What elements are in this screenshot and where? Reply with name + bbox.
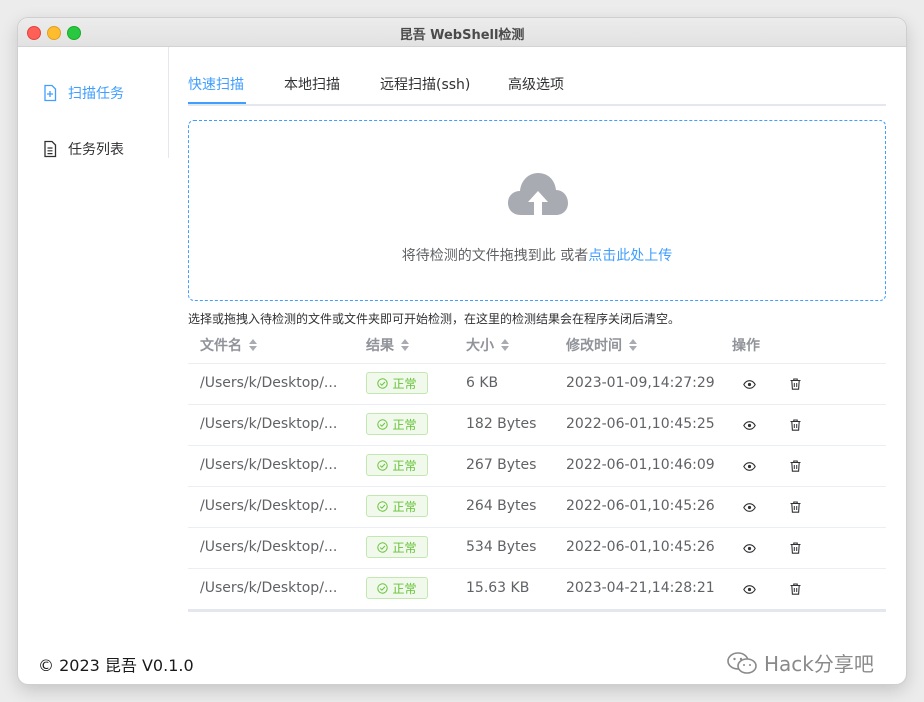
scan-tabs: 快速扫描 本地扫描 远程扫描(ssh) 高级选项 (188, 74, 886, 106)
file-name-cell: /Users/k/Desktop/... (200, 539, 338, 555)
table-row: /Users/k/Desktop/... 正常 15.63 KB 2023-04-21… (188, 569, 886, 610)
tab-advanced-options[interactable]: 高级选项 (508, 74, 564, 102)
delete-trash-icon[interactable] (788, 418, 802, 432)
modified-time-cell: 2022-06-01,10:45:26 (566, 539, 715, 555)
upload-hint: 将待检测的文件拖拽到此 或者点击此处上传 (189, 245, 885, 265)
sort-caret-icon[interactable] (249, 339, 257, 351)
status-label: 正常 (392, 417, 417, 432)
view-eye-icon[interactable] (742, 500, 756, 514)
sort-caret-icon[interactable] (401, 339, 409, 351)
file-size-cell: 534 Bytes (466, 539, 537, 555)
check-circle-icon (377, 582, 389, 594)
watermark-text: Hack分享吧 (764, 652, 874, 676)
tab-local-scan[interactable]: 本地扫描 (284, 74, 340, 102)
status-label: 正常 (392, 540, 417, 555)
delete-trash-icon[interactable] (788, 459, 802, 473)
view-eye-icon[interactable] (742, 459, 756, 473)
title-bar: 昆吾 WebShell检测 (18, 18, 906, 47)
status-label: 正常 (392, 376, 417, 391)
table-header: 文件名 结果 大小 修改时间 操作 (188, 328, 886, 364)
upload-cloud-icon (508, 173, 568, 215)
column-label: 大小 (466, 338, 494, 354)
table-body: /Users/k/Desktop/... 正常 6 KB 2023-01-09,14:… (188, 364, 886, 610)
file-name-cell: /Users/k/Desktop/... (200, 416, 338, 432)
table-row: /Users/k/Desktop/... 正常 6 KB 2023-01-09,14:… (188, 364, 886, 405)
check-circle-icon (377, 541, 389, 553)
wechat-icon (727, 651, 757, 674)
document-add-icon (42, 84, 58, 102)
check-circle-icon (377, 377, 389, 389)
check-circle-icon (377, 459, 389, 471)
view-eye-icon[interactable] (742, 418, 756, 432)
file-size-cell: 6 KB (466, 375, 499, 391)
status-badge: 正常 (366, 454, 428, 476)
column-label: 文件名 (200, 338, 242, 354)
table-row: /Users/k/Desktop/... 正常 267 Bytes 2022-06-0… (188, 446, 886, 487)
app-window: 昆吾 WebShell检测 扫描任务 任务列表 快速扫描 本地扫描 远程扫描(s… (18, 18, 906, 684)
status-badge: 正常 (366, 495, 428, 517)
delete-trash-icon[interactable] (788, 582, 802, 596)
modified-time-cell: 2022-06-01,10:45:26 (566, 498, 715, 514)
modified-time-cell: 2023-04-21,14:28:21 (566, 580, 715, 596)
file-size-cell: 15.63 KB (466, 580, 530, 596)
sidebar-item-label: 扫描任务 (68, 86, 124, 102)
modified-time-cell: 2022-06-01,10:45:25 (566, 416, 715, 432)
column-header-name[interactable]: 文件名 (200, 335, 257, 355)
file-size-cell: 267 Bytes (466, 457, 537, 473)
sidebar-item-scan-task[interactable]: 扫描任务 (42, 83, 124, 103)
status-label: 正常 (392, 581, 417, 596)
file-name-cell: /Users/k/Desktop/... (200, 580, 338, 596)
sidebar-item-label: 任务列表 (68, 142, 124, 158)
sort-caret-icon[interactable] (629, 339, 637, 351)
column-header-result[interactable]: 结果 (366, 335, 409, 355)
results-table: 文件名 结果 大小 修改时间 操作 /Users/k/Desktop/... 正常… (188, 328, 886, 610)
upload-dropzone[interactable]: 将待检测的文件拖拽到此 或者点击此处上传 (188, 120, 886, 301)
status-label: 正常 (392, 499, 417, 514)
file-name-cell: /Users/k/Desktop/... (200, 498, 338, 514)
file-size-cell: 182 Bytes (466, 416, 537, 432)
view-eye-icon[interactable] (742, 541, 756, 555)
column-header-mtime[interactable]: 修改时间 (566, 335, 637, 355)
delete-trash-icon[interactable] (788, 377, 802, 391)
modified-time-cell: 2022-06-01,10:46:09 (566, 457, 715, 473)
check-circle-icon (377, 418, 389, 430)
upload-hint-text: 将待检测的文件拖拽到此 或者 (401, 248, 589, 264)
status-badge: 正常 (366, 413, 428, 435)
check-circle-icon (377, 500, 389, 512)
modified-time-cell: 2023-01-09,14:27:29 (566, 375, 715, 391)
view-eye-icon[interactable] (742, 377, 756, 391)
status-badge: 正常 (366, 577, 428, 599)
delete-trash-icon[interactable] (788, 541, 802, 555)
file-name-cell: /Users/k/Desktop/... (200, 457, 338, 473)
delete-trash-icon[interactable] (788, 500, 802, 514)
upload-link[interactable]: 点击此处上传 (588, 248, 672, 264)
column-label: 修改时间 (566, 338, 622, 354)
file-size-cell: 264 Bytes (466, 498, 537, 514)
column-header-action: 操作 (732, 338, 760, 354)
table-row: /Users/k/Desktop/... 正常 264 Bytes 2022-06-0… (188, 487, 886, 528)
column-label: 结果 (366, 338, 394, 354)
tab-remote-scan[interactable]: 远程扫描(ssh) (380, 74, 470, 102)
sidebar: 扫描任务 任务列表 (18, 47, 169, 158)
window-title: 昆吾 WebShell检测 (399, 28, 525, 43)
upload-tip: 选择或拖拽入待检测的文件或文件夹即可开始检测，在这里的检测结果会在程序关闭后清空… (188, 312, 681, 326)
table-row: /Users/k/Desktop/... 正常 182 Bytes 2022-06-0… (188, 405, 886, 446)
horizontal-scrollbar[interactable] (188, 609, 886, 612)
tab-quick-scan[interactable]: 快速扫描 (188, 74, 244, 102)
column-header-size[interactable]: 大小 (466, 335, 509, 355)
table-row: /Users/k/Desktop/... 正常 534 Bytes 2022-06-0… (188, 528, 886, 569)
sidebar-item-task-list[interactable]: 任务列表 (42, 139, 124, 159)
watermark: Hack分享吧 (726, 648, 874, 677)
status-badge: 正常 (366, 372, 428, 394)
footer-copyright: © 2023 昆吾 V0.1.0 (38, 656, 194, 675)
status-label: 正常 (392, 458, 417, 473)
file-name-cell: /Users/k/Desktop/... (200, 375, 338, 391)
active-tab-indicator (188, 102, 246, 104)
sort-caret-icon[interactable] (501, 339, 509, 351)
status-badge: 正常 (366, 536, 428, 558)
document-icon (42, 140, 58, 158)
view-eye-icon[interactable] (742, 582, 756, 596)
